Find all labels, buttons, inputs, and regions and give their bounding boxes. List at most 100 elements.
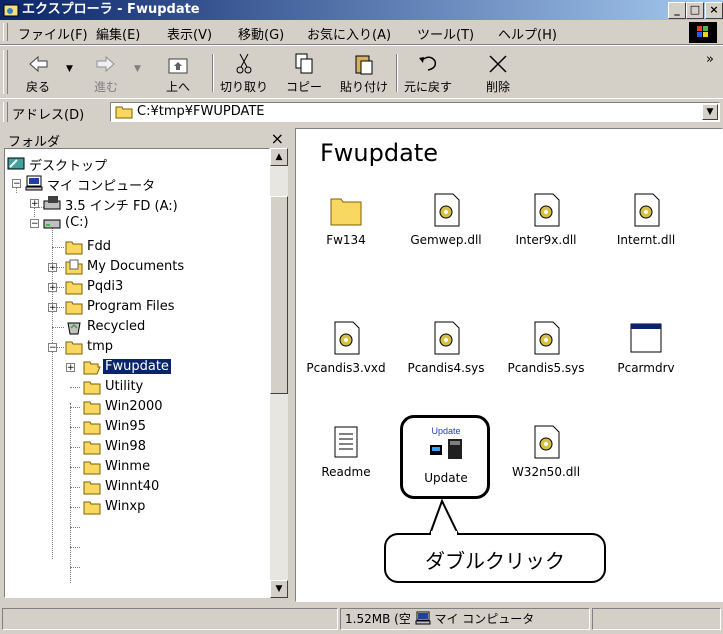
- copy-button[interactable]: コピー: [276, 52, 332, 96]
- status-panel-extra: [592, 608, 721, 630]
- address-input[interactable]: C:¥tmp¥FWUPDATE ▼: [110, 102, 720, 122]
- tree-label: Fdd: [87, 239, 111, 254]
- menu-file[interactable]: ファイル(F): [18, 24, 88, 43]
- menu-favorites[interactable]: お気に入り(A): [307, 24, 391, 43]
- collapse-icon[interactable]: −: [12, 179, 21, 189]
- forward-label: 進む: [93, 80, 118, 94]
- folder-tree-scrollbar[interactable]: ▲ ▼: [270, 148, 288, 598]
- folder-tree[interactable]: デスクトップ − マイ コンピュータ + 3.5 インチ FD (A:) − (…: [4, 148, 270, 598]
- menu-view[interactable]: 表示(V): [167, 24, 212, 43]
- computer-icon: [25, 175, 43, 191]
- back-button[interactable]: 戻る: [10, 52, 66, 96]
- tree-label: Program Files: [87, 299, 175, 314]
- folder-icon: [83, 381, 101, 395]
- folder-icon: [115, 106, 133, 119]
- up-label: 上へ: [165, 80, 190, 94]
- tree-label: (C:): [65, 215, 89, 230]
- tree-label: Win95: [105, 419, 146, 434]
- close-button[interactable]: ×: [705, 2, 723, 19]
- collapse-icon[interactable]: −: [48, 343, 57, 353]
- expand-icon[interactable]: +: [66, 363, 75, 373]
- forward-button[interactable]: 進む: [78, 52, 134, 96]
- toolbar-separator: [212, 54, 214, 92]
- toolbar-grip[interactable]: [3, 50, 8, 94]
- hard-drive-icon: [43, 219, 61, 229]
- maximize-button[interactable]: □: [686, 2, 704, 19]
- forward-dropdown-icon[interactable]: ▼: [134, 64, 141, 74]
- tree-label: マイ コンピュータ: [47, 179, 156, 194]
- expand-icon[interactable]: +: [48, 283, 57, 293]
- folder-icon: [83, 461, 101, 475]
- scroll-down-icon[interactable]: ▼: [270, 580, 288, 598]
- floppy-drive-icon: [43, 196, 61, 210]
- tree-label: Recycled: [87, 319, 146, 334]
- scroll-up-icon[interactable]: ▲: [270, 148, 288, 166]
- forward-arrow-icon: [96, 55, 115, 73]
- folder-pane-close-icon[interactable]: ×: [271, 129, 284, 148]
- address-grip[interactable]: [3, 102, 8, 122]
- collapse-icon[interactable]: −: [30, 219, 39, 229]
- paste-button[interactable]: 貼り付け: [336, 52, 392, 96]
- folder-icon: [83, 441, 101, 455]
- paste-icon: [355, 55, 373, 75]
- scissors-icon: [236, 53, 252, 74]
- undo-button[interactable]: 元に戻す: [400, 52, 456, 96]
- window-title: エクスプローラ - Fwupdate: [22, 2, 200, 17]
- delete-button[interactable]: 削除: [470, 52, 526, 96]
- open-folder-icon: [83, 361, 101, 375]
- menu-grip[interactable]: [3, 23, 8, 41]
- scroll-thumb[interactable]: [270, 196, 288, 394]
- tree-label: Winnt40: [105, 479, 160, 494]
- back-dropdown-icon[interactable]: ▼: [66, 64, 73, 74]
- expand-icon[interactable]: +: [48, 303, 57, 313]
- my-documents-icon: [65, 259, 83, 275]
- status-bar: 1.52MB (空 マイ コンピュータ: [0, 606, 723, 634]
- file-view[interactable]: Fwupdate Fw134 Gemwep.dll Inter9x.dll In…: [295, 128, 723, 602]
- tree-label: デスクトップ: [29, 159, 108, 174]
- tree-label: Winme: [105, 459, 151, 474]
- menu-tools[interactable]: ツール(T): [417, 24, 474, 43]
- delete-x-icon: [489, 55, 507, 73]
- tree-label: Pqdi3: [87, 279, 124, 294]
- tree-label: tmp: [87, 339, 114, 354]
- desktop-icon: [7, 157, 25, 170]
- folder-icon: [65, 301, 83, 315]
- up-button[interactable]: 上へ: [150, 52, 206, 96]
- tree-label: Win98: [105, 439, 146, 454]
- address-dropdown-icon[interactable]: ▼: [702, 104, 718, 120]
- cut-label: 切り取り: [219, 80, 268, 94]
- address-value: C:¥tmp¥FWUPDATE: [137, 104, 265, 119]
- back-label: 戻る: [25, 80, 50, 94]
- folder-icon: [83, 481, 101, 495]
- expand-icon[interactable]: +: [30, 199, 39, 209]
- toolbar-more-button[interactable]: »: [706, 52, 714, 67]
- address-label: アドレス(D): [12, 108, 85, 123]
- title-bar[interactable]: エクスプローラ - Fwupdate _ □ ×: [0, 0, 723, 20]
- folder-icon: [65, 241, 83, 255]
- undo-label: 元に戻す: [403, 80, 452, 94]
- back-arrow-icon: [29, 55, 48, 73]
- computer-icon: [415, 611, 431, 625]
- callout-pointer-cover: [431, 531, 457, 536]
- address-bar: アドレス(D) C:¥tmp¥FWUPDATE ▼: [0, 98, 723, 125]
- folder-icon: [83, 501, 101, 515]
- expand-icon[interactable]: +: [48, 263, 57, 273]
- copy-icon: [295, 53, 313, 74]
- status-panel-info: 1.52MB (空 マイ コンピュータ: [340, 608, 590, 630]
- status-panel-main: [2, 608, 338, 630]
- cut-button[interactable]: 切り取り: [216, 52, 272, 96]
- menu-go[interactable]: 移動(G): [238, 24, 284, 43]
- windows-logo-icon: [689, 22, 717, 43]
- undo-icon: [419, 56, 437, 71]
- recycle-bin-icon: [67, 322, 81, 335]
- menu-edit[interactable]: 編集(E): [96, 24, 140, 43]
- tree-label-selected: Fwupdate: [103, 359, 171, 374]
- folder-icon: [83, 421, 101, 435]
- tree-label: Utility: [105, 379, 144, 394]
- minimize-button[interactable]: _: [668, 2, 686, 19]
- folder-pane: フォルダ × デスクトップ − マイ コンピュータ + 3.5 インチ FD (…: [4, 128, 290, 602]
- menu-help[interactable]: ヘルプ(H): [498, 24, 557, 43]
- status-location: マイ コンピュータ: [434, 612, 535, 626]
- up-folder-icon: [168, 58, 188, 74]
- explorer-icon: [3, 4, 19, 17]
